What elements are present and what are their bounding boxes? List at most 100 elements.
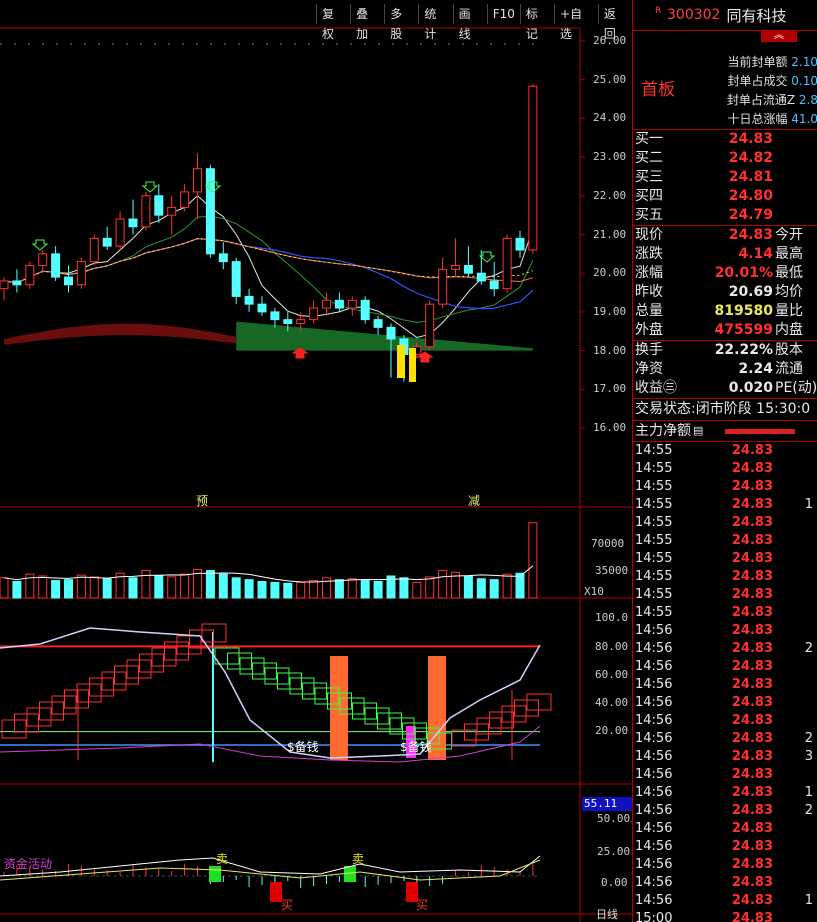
volume-bar <box>476 578 486 599</box>
candle-body <box>89 237 99 263</box>
tick-price: 24.83 <box>731 875 773 890</box>
kline-chart-panel[interactable]: 复权 叠加 多股 统计 画线 F10 标记 +自选 返回 26.00 25.00 2… <box>0 0 632 922</box>
bid-price: 24.83 <box>728 131 773 147</box>
candle-body <box>322 299 331 309</box>
volume-bar <box>64 579 73 599</box>
main-net-label: 主力净额 <box>635 423 691 439</box>
toolbar-back-button[interactable]: 返回 <box>597 4 632 41</box>
toolbar-multi-stock-button[interactable]: 多股 <box>384 4 418 41</box>
candle-body <box>425 303 435 348</box>
tick-volume <box>773 658 813 676</box>
tick-volume <box>773 694 813 712</box>
ind2-tick-label: 25.00 <box>597 845 631 858</box>
stat-row: 昨收 20.69 均价 <box>633 283 817 302</box>
candle-body <box>438 268 448 305</box>
candle-body <box>386 326 396 340</box>
volume-bar <box>89 576 99 599</box>
first-board-tag: 首板 <box>641 80 675 100</box>
bid-level: 买四 <box>635 188 663 204</box>
stat-row: 外盘 475599 内盘 <box>633 321 817 340</box>
tick-price: 24.83 <box>731 461 773 476</box>
tick-price: 24.83 <box>731 911 773 922</box>
volume-bar <box>463 575 473 599</box>
candle-body <box>515 237 525 251</box>
tick-price: 24.83 <box>731 533 773 548</box>
orderbook-row[interactable]: 买三 24.81 <box>633 168 817 187</box>
candle-body <box>25 264 35 286</box>
seal-info-block: 首板 当前封单额 2.10 封单占成交 0.10 封单占流通Z 2.8 十日总涨幅 4… <box>633 31 817 130</box>
tick-volume: 2 <box>804 731 813 746</box>
tick-time: 14:55 <box>635 515 673 530</box>
toolbar-overlay-button[interactable]: 叠加 <box>350 4 384 41</box>
tick-time: 14:55 <box>635 605 673 620</box>
tick-row: 14:56 24.83 <box>633 694 817 712</box>
tick-row: 14:55 24.83 1 <box>633 496 817 514</box>
kline-chart-svg[interactable] <box>0 0 632 922</box>
candle-body <box>218 253 228 263</box>
toolbar-watchlist-button[interactable]: +自选 <box>554 4 598 41</box>
fund-activity-label: 资金活动 <box>4 857 53 871</box>
bid-level: 买五 <box>635 207 663 223</box>
toolbar-stats-button[interactable]: 统计 <box>418 4 452 41</box>
tick-volume: 1 <box>804 893 813 908</box>
toolbar-draw-button[interactable]: 画线 <box>452 4 487 41</box>
toolbar-fuquan-button[interactable]: 复权 <box>316 4 350 41</box>
price-tick-label: 25.00 <box>593 72 627 86</box>
stat-label: 净资 <box>635 361 663 377</box>
volume-bar <box>309 580 319 599</box>
candle-body <box>451 264 460 270</box>
price-tick-label: 23.00 <box>593 150 627 164</box>
seal-label: 封单占成交 <box>727 74 788 88</box>
tick-list[interactable]: 14:55 24.83 14:55 24.83 14:55 24.83 14:55 24.83… <box>633 442 817 922</box>
orderbook-row[interactable]: 买四 24.80 <box>633 187 817 206</box>
seal-row: 十日总涨幅 41.0 <box>727 110 817 127</box>
stat-value: 819580 <box>714 303 773 319</box>
bid-price: 24.80 <box>728 188 773 204</box>
toolbar-f10-button[interactable]: F10 <box>486 4 520 24</box>
stock-name: 同有科技 <box>726 6 787 25</box>
tick-row: 14:56 24.83 3 <box>633 748 817 766</box>
tick-time: 14:56 <box>635 695 673 710</box>
tick-volume: 1 <box>804 497 813 512</box>
candle-body <box>102 237 112 247</box>
down-arrow-icon <box>478 251 496 263</box>
period-label[interactable]: 日线 <box>596 906 618 922</box>
price-tick-label: 21.00 <box>593 227 627 241</box>
tick-time: 14:56 <box>635 659 673 674</box>
toolbar-mark-button[interactable]: 标记 <box>519 4 554 41</box>
orderbook-row[interactable]: 买一 24.83 <box>633 130 817 149</box>
volume-bar <box>51 580 61 599</box>
volume-bar <box>399 577 409 599</box>
orderbook-row[interactable]: 买五 24.79 <box>633 206 817 225</box>
tick-price: 24.83 <box>731 821 773 836</box>
volume-bar <box>334 579 344 599</box>
tick-row: 14:55 24.83 <box>633 478 817 496</box>
stat-label: 换手 <box>635 342 663 358</box>
vol-tick-label: 70000 <box>591 537 625 550</box>
orange-signal-bar <box>330 656 348 760</box>
list-icon[interactable]: ▤ <box>693 421 703 441</box>
price-tick-label: 20.00 <box>593 266 627 280</box>
candle-body <box>180 191 190 208</box>
orderbook-row[interactable]: 买二 24.82 <box>633 149 817 168</box>
tick-time: 14:56 <box>635 803 673 818</box>
bid-level: 买三 <box>635 169 663 185</box>
candle-body <box>167 206 177 216</box>
tick-time: 14:56 <box>635 785 673 800</box>
stat-row: 收益㊂ 0.020 PE(动) <box>633 379 817 398</box>
tick-volume: 2 <box>804 803 813 818</box>
buy-signal-1: 买 <box>281 898 294 912</box>
tick-time: 14:56 <box>635 875 673 890</box>
tick-row: 14:56 24.83 2 <box>633 802 817 820</box>
stat-value: 0.020 <box>728 380 773 396</box>
tick-row: 14:56 24.83 2 <box>633 730 817 748</box>
tick-time: 14:55 <box>635 479 673 494</box>
volume-bar <box>244 579 254 599</box>
yellow-signal-bar <box>409 348 416 382</box>
price-tick-label: 26.00 <box>593 34 627 47</box>
stat-row: 涨幅 20.01% 最低 <box>633 264 817 283</box>
tick-price: 24.83 <box>731 713 773 728</box>
tick-volume <box>773 532 813 550</box>
price-stats: 现价 24.83 今开 涨跌 4.14 最高 涨幅 20.01% 最低 昨收 20.69 均价 总量 81… <box>633 226 817 341</box>
tick-volume <box>773 550 813 568</box>
